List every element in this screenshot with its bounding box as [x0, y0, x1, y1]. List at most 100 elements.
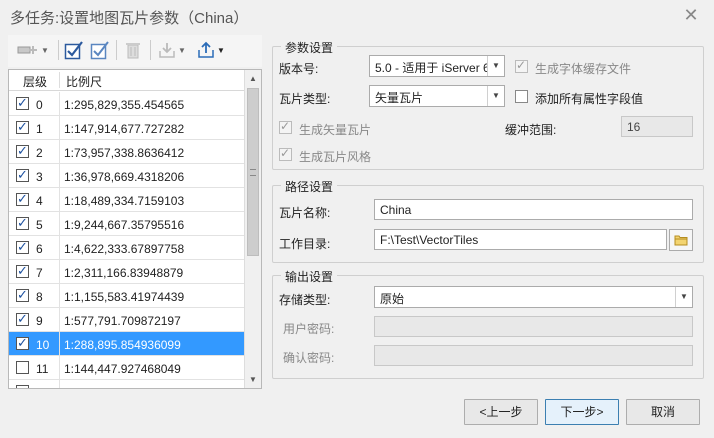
scale-cell[interactable]: 1:72,223.9637340247 [64, 386, 181, 388]
level-cell: 0 [36, 98, 43, 112]
chevron-down-icon[interactable]: ▼ [487, 86, 504, 106]
table-row[interactable]: 10 1:288,895.854936099 [9, 332, 245, 356]
gen-font-cache-checkbox[interactable] [515, 58, 528, 73]
select-invert-button[interactable] [88, 38, 112, 62]
path-group: 路径设置 瓦片名称: China 工作目录: F:\Test\VectorTil… [272, 178, 704, 263]
scroll-down-icon[interactable]: ▼ [245, 371, 261, 388]
user-password-label: 用户密码: [283, 322, 335, 336]
work-dir-label: 工作目录: [279, 237, 331, 251]
tile-name-input[interactable]: China [374, 199, 693, 220]
scale-cell[interactable]: 1:144,447.927468049 [64, 362, 181, 376]
row-checkbox[interactable] [16, 239, 29, 255]
tile-type-select[interactable]: 矢量瓦片 ▼ [369, 85, 505, 107]
gen-vector-checkbox[interactable] [279, 119, 292, 134]
scale-cell[interactable]: 1:577,791.709872197 [64, 314, 181, 328]
scale-cell[interactable]: 1:288,895.854936099 [64, 338, 181, 352]
storage-type-select[interactable]: 原始 ▼ [374, 286, 693, 308]
select-invert-icon [90, 41, 109, 60]
scale-cell[interactable]: 1:147,914,677.727282 [64, 122, 184, 136]
row-checkbox[interactable] [16, 287, 29, 303]
grip-icon [250, 169, 256, 176]
vertical-scrollbar[interactable]: ▲ ▼ [244, 70, 261, 388]
table-row[interactable]: 11 1:144,447.927468049 [9, 356, 245, 380]
level-cell: 10 [36, 338, 50, 352]
row-checkbox[interactable] [16, 191, 29, 207]
chevron-down-icon: ▼ [41, 45, 49, 55]
gen-vector-label: 生成矢量瓦片 [299, 123, 372, 137]
table-row[interactable]: 2 1:73,957,338.8636412 [9, 140, 245, 164]
scale-cell[interactable]: 1:73,957,338.8636412 [64, 146, 184, 160]
folder-icon [674, 235, 688, 246]
row-checkbox[interactable] [16, 335, 29, 351]
row-checkbox[interactable] [16, 263, 29, 279]
scale-cell[interactable]: 1:4,622,333.67897758 [64, 242, 184, 256]
cell-divider [59, 236, 60, 260]
level-cell: 11 [36, 362, 49, 376]
cell-divider [59, 164, 60, 188]
select-all-icon [64, 41, 83, 60]
work-dir-input[interactable]: F:\Test\VectorTiles [374, 229, 667, 250]
prev-button[interactable]: <上一步 [464, 399, 538, 425]
buffer-input[interactable]: 16 [621, 116, 693, 137]
column-header-scale[interactable]: 比例尺 [66, 73, 102, 90]
table-row[interactable]: 7 1:2,311,166.83948879 [9, 260, 245, 284]
confirm-password-input[interactable] [374, 345, 693, 366]
table-row[interactable]: 9 1:577,791.709872197 [9, 308, 245, 332]
chevron-down-icon[interactable]: ▼ [675, 287, 692, 307]
row-checkbox[interactable] [16, 95, 29, 111]
level-cell: 1 [36, 122, 43, 136]
export-button[interactable]: ▼ [194, 38, 228, 62]
next-button[interactable]: 下一步> [545, 399, 619, 425]
level-cell: 3 [36, 170, 43, 184]
storage-type-label: 存储类型: [279, 293, 331, 307]
delete-button[interactable] [122, 38, 144, 62]
path-legend: 路径设置 [281, 178, 338, 195]
cancel-button[interactable]: 取消 [626, 399, 700, 425]
row-checkbox[interactable] [16, 215, 29, 231]
scale-cell[interactable]: 1:9,244,667.35795516 [64, 218, 184, 232]
level-cell: 9 [36, 314, 43, 328]
user-password-input[interactable] [374, 316, 693, 337]
table-row[interactable]: 6 1:4,622,333.67897758 [9, 236, 245, 260]
browse-folder-button[interactable] [669, 229, 693, 251]
chevron-down-icon[interactable]: ▼ [487, 56, 504, 76]
scale-cell[interactable]: 1:18,489,334.7159103 [64, 194, 184, 208]
row-checkbox[interactable] [16, 361, 29, 374]
scale-cell[interactable]: 1:36,978,669.4318206 [64, 170, 184, 184]
row-checkbox[interactable] [16, 311, 29, 327]
row-checkbox[interactable] [16, 119, 29, 135]
import-button[interactable]: ▼ [156, 38, 188, 62]
close-icon[interactable]: ✕ [682, 6, 700, 24]
toolbar-divider [58, 40, 59, 60]
cell-divider [59, 356, 60, 380]
table-row[interactable]: 8 1:1,155,583.41974439 [9, 284, 245, 308]
table-row[interactable]: 3 1:36,978,669.4318206 [9, 164, 245, 188]
table-row[interactable]: 5 1:9,244,667.35795516 [9, 212, 245, 236]
add-all-fields-checkbox[interactable] [515, 90, 528, 103]
scroll-thumb[interactable] [247, 88, 259, 256]
confirm-password-label: 确认密码: [283, 351, 335, 365]
params-group: 参数设置 版本号: 5.0 - 适用于 iServer 6R ▼ 生成字体缓存文… [272, 39, 704, 170]
row-checkbox[interactable] [16, 167, 29, 183]
gen-style-checkbox[interactable] [279, 146, 292, 161]
scale-cell[interactable]: 1:2,311,166.83948879 [64, 266, 183, 280]
version-select[interactable]: 5.0 - 适用于 iServer 6R ▼ [369, 55, 505, 77]
scale-cell[interactable]: 1:295,829,355.454565 [64, 98, 184, 112]
table-row[interactable]: 4 1:18,489,334.7159103 [9, 188, 245, 212]
table-row[interactable]: 12 1:72,223.9637340247 [9, 380, 245, 388]
select-all-button[interactable] [62, 38, 86, 62]
row-checkbox[interactable] [16, 143, 29, 159]
scale-cell[interactable]: 1:1,155,583.41974439 [64, 290, 184, 304]
table-row[interactable]: 0 1:295,829,355.454565 [9, 92, 245, 116]
table-header: 层级 比例尺 [9, 70, 245, 91]
version-label: 版本号: [279, 62, 319, 76]
scroll-up-icon[interactable]: ▲ [245, 70, 261, 87]
row-checkbox[interactable] [16, 385, 29, 388]
chevron-down-icon: ▼ [178, 45, 186, 55]
column-divider [59, 72, 60, 88]
table-row[interactable]: 1 1:147,914,677.727282 [9, 116, 245, 140]
scale-table: 层级 比例尺 0 1:295,829,355.454565 1 1:147,914,6… [8, 69, 262, 389]
column-header-level[interactable]: 层级 [23, 73, 47, 90]
add-layer-button[interactable]: ▼ [12, 38, 54, 62]
gen-style-label: 生成瓦片风格 [299, 150, 372, 164]
